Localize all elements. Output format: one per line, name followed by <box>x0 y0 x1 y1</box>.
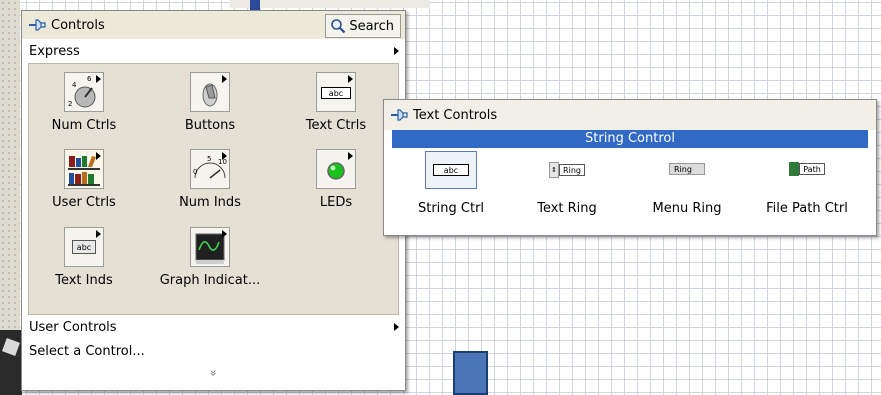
buttons-tile[interactable]: Buttons <box>155 72 265 133</box>
num-ctrls-tile[interactable]: 2 4 6 Num Ctrls <box>29 72 139 133</box>
select-a-control-label: Select a Control... <box>29 343 145 359</box>
submenu-arrow-icon <box>96 75 101 83</box>
controls-palette-title: Controls <box>51 17 105 33</box>
text-controls-palette: Text Controls String Control abc String … <box>383 99 877 236</box>
express-category-label: Express <box>29 43 80 59</box>
numeric-knob-icon: 2 4 6 <box>64 72 104 112</box>
text-box-glyph: abc <box>321 87 351 99</box>
text-indicator-icon: abc <box>64 227 104 267</box>
front-panel-object[interactable] <box>453 351 488 395</box>
string-control-icon: abc <box>425 151 477 189</box>
expand-chevron-icon[interactable]: » <box>22 363 405 383</box>
window-edge <box>230 0 430 8</box>
thumbtack-icon[interactable] <box>28 17 46 33</box>
file-path-icon: Path <box>781 151 833 189</box>
text-ring-item[interactable]: ⇕ Ring Text Ring <box>512 151 622 216</box>
magnifier-icon <box>331 19 346 34</box>
chevron-glyph: » <box>206 369 221 377</box>
submenu-arrow-icon <box>222 152 227 160</box>
num-inds-tile[interactable]: 0 5 10 Num Inds <box>155 149 265 210</box>
svg-text:4: 4 <box>72 81 77 89</box>
tile-label: LEDs <box>319 195 353 210</box>
led-icon <box>316 149 356 189</box>
toggle-switch-icon <box>190 72 230 112</box>
graph-indicators-tile[interactable]: Graph Indicat... <box>155 227 265 288</box>
item-label: Menu Ring <box>652 201 722 216</box>
submenu-arrow-icon <box>96 230 101 238</box>
icon-text: Ring <box>559 164 585 176</box>
submenu-arrow-icon <box>222 75 227 83</box>
icon-text: abc <box>433 164 469 176</box>
dark-corner-region <box>0 330 22 395</box>
tile-label: Graph Indicat... <box>159 273 261 288</box>
text-controls-title-bar[interactable]: Text Controls <box>384 100 876 130</box>
user-ctrls-tile[interactable]: User Ctrls <box>29 149 139 210</box>
express-category[interactable]: Express <box>22 39 405 63</box>
item-label: String Ctrl <box>417 201 485 216</box>
search-button-label: Search <box>349 18 394 34</box>
icon-text: Path <box>799 163 825 175</box>
gauge-tick: 5 <box>207 155 211 163</box>
submenu-arrow-icon <box>222 230 227 238</box>
string-ctrl-item[interactable]: abc String Ctrl <box>396 151 506 216</box>
controls-palette-title-bar[interactable]: Controls Search <box>22 11 405 39</box>
text-control-icon: abc <box>316 72 356 112</box>
controls-palette: Controls Search Express 2 4 6 Num Ctrls … <box>21 10 406 391</box>
selected-item-name-bar: String Control <box>392 130 868 148</box>
express-palette-panel: 2 4 6 Num Ctrls Buttons abc Text Ctrls U… <box>28 63 399 315</box>
text-inds-tile[interactable]: abc Text Inds <box>29 227 139 288</box>
gauge-tick: 0 <box>193 168 197 176</box>
gauge-icon: 0 5 10 <box>190 149 230 189</box>
decorative-mark <box>2 338 20 356</box>
menu-ring-icon: Ring <box>661 151 713 189</box>
menu-ring-item[interactable]: Ring Menu Ring <box>632 151 742 216</box>
tile-label: Text Inds <box>55 273 113 288</box>
leds-tile[interactable]: LEDs <box>281 149 391 210</box>
text-controls-title: Text Controls <box>413 107 498 123</box>
thumbtack-icon[interactable] <box>390 107 408 123</box>
tile-label: Text Ctrls <box>305 118 367 133</box>
tile-label: Buttons <box>184 118 236 133</box>
tile-label: User Ctrls <box>52 195 116 210</box>
select-a-control-item[interactable]: Select a Control... <box>22 339 405 363</box>
item-label: File Path Ctrl <box>766 201 848 216</box>
graph-icon <box>190 227 230 267</box>
books-icon <box>64 149 104 189</box>
icon-text: Ring <box>669 163 705 175</box>
user-controls-category[interactable]: User Controls <box>22 315 405 339</box>
submenu-arrow-icon <box>394 323 399 331</box>
search-button[interactable]: Search <box>325 14 401 38</box>
submenu-arrow-icon <box>348 75 353 83</box>
submenu-arrow-icon <box>348 152 353 160</box>
text-ctrls-tile[interactable]: abc Text Ctrls <box>281 72 391 133</box>
text-box-glyph: abc <box>72 240 96 254</box>
file-path-ctrl-item[interactable]: Path File Path Ctrl <box>752 151 862 216</box>
svg-text:2: 2 <box>68 100 72 108</box>
tile-label: Num Ctrls <box>51 118 117 133</box>
user-controls-label: User Controls <box>29 319 117 335</box>
ring-stepper-glyph: ⇕ <box>549 162 559 178</box>
folder-glyph <box>789 162 799 176</box>
submenu-arrow-icon <box>394 47 399 55</box>
svg-text:6: 6 <box>87 75 92 83</box>
tile-label: Num Inds <box>179 195 241 210</box>
item-label: Text Ring <box>537 201 597 216</box>
submenu-arrow-icon <box>96 152 101 160</box>
text-ring-icon: ⇕ Ring <box>541 151 593 189</box>
